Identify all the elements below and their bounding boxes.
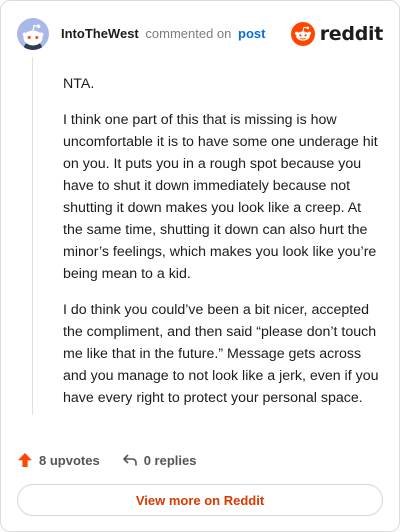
- comment-body: NTA. I think one part of this that is mi…: [63, 73, 381, 409]
- upvotes-count: 8 upvotes: [39, 452, 100, 468]
- comment-meta: IntoTheWest commented on post: [61, 26, 265, 42]
- replies-count: 0 replies: [143, 452, 197, 468]
- reddit-logo-icon: [290, 22, 315, 46]
- post-link[interactable]: post: [238, 26, 265, 41]
- comment-header: IntoTheWest commented on post reddit: [17, 17, 383, 51]
- comment-paragraph: NTA.: [63, 76, 95, 92]
- action-text: commented on: [145, 26, 232, 41]
- username-link[interactable]: IntoTheWest: [61, 26, 139, 41]
- brand-wordmark: reddit: [319, 23, 384, 45]
- avatar[interactable]: [17, 18, 49, 50]
- reddit-brand[interactable]: reddit: [290, 19, 384, 49]
- snoo-avatar-icon: [22, 24, 44, 50]
- upvote-arrow-icon: [18, 453, 32, 467]
- comment-paragraph: I do think you could’ve been a bit nicer…: [63, 302, 379, 406]
- upvotes-stat[interactable]: 8 upvotes: [17, 452, 100, 468]
- comment-stats: 8 upvotes 0 replies: [17, 449, 196, 471]
- view-more-button[interactable]: View more on Reddit: [17, 484, 383, 516]
- comment-paragraph: I think one part of this that is missing…: [63, 112, 378, 282]
- embed-card: IntoTheWest commented on post reddit NTA…: [0, 0, 400, 532]
- thread-line: [32, 57, 33, 415]
- replies-stat[interactable]: 0 replies: [122, 452, 197, 468]
- reply-arrow-icon: [122, 454, 137, 466]
